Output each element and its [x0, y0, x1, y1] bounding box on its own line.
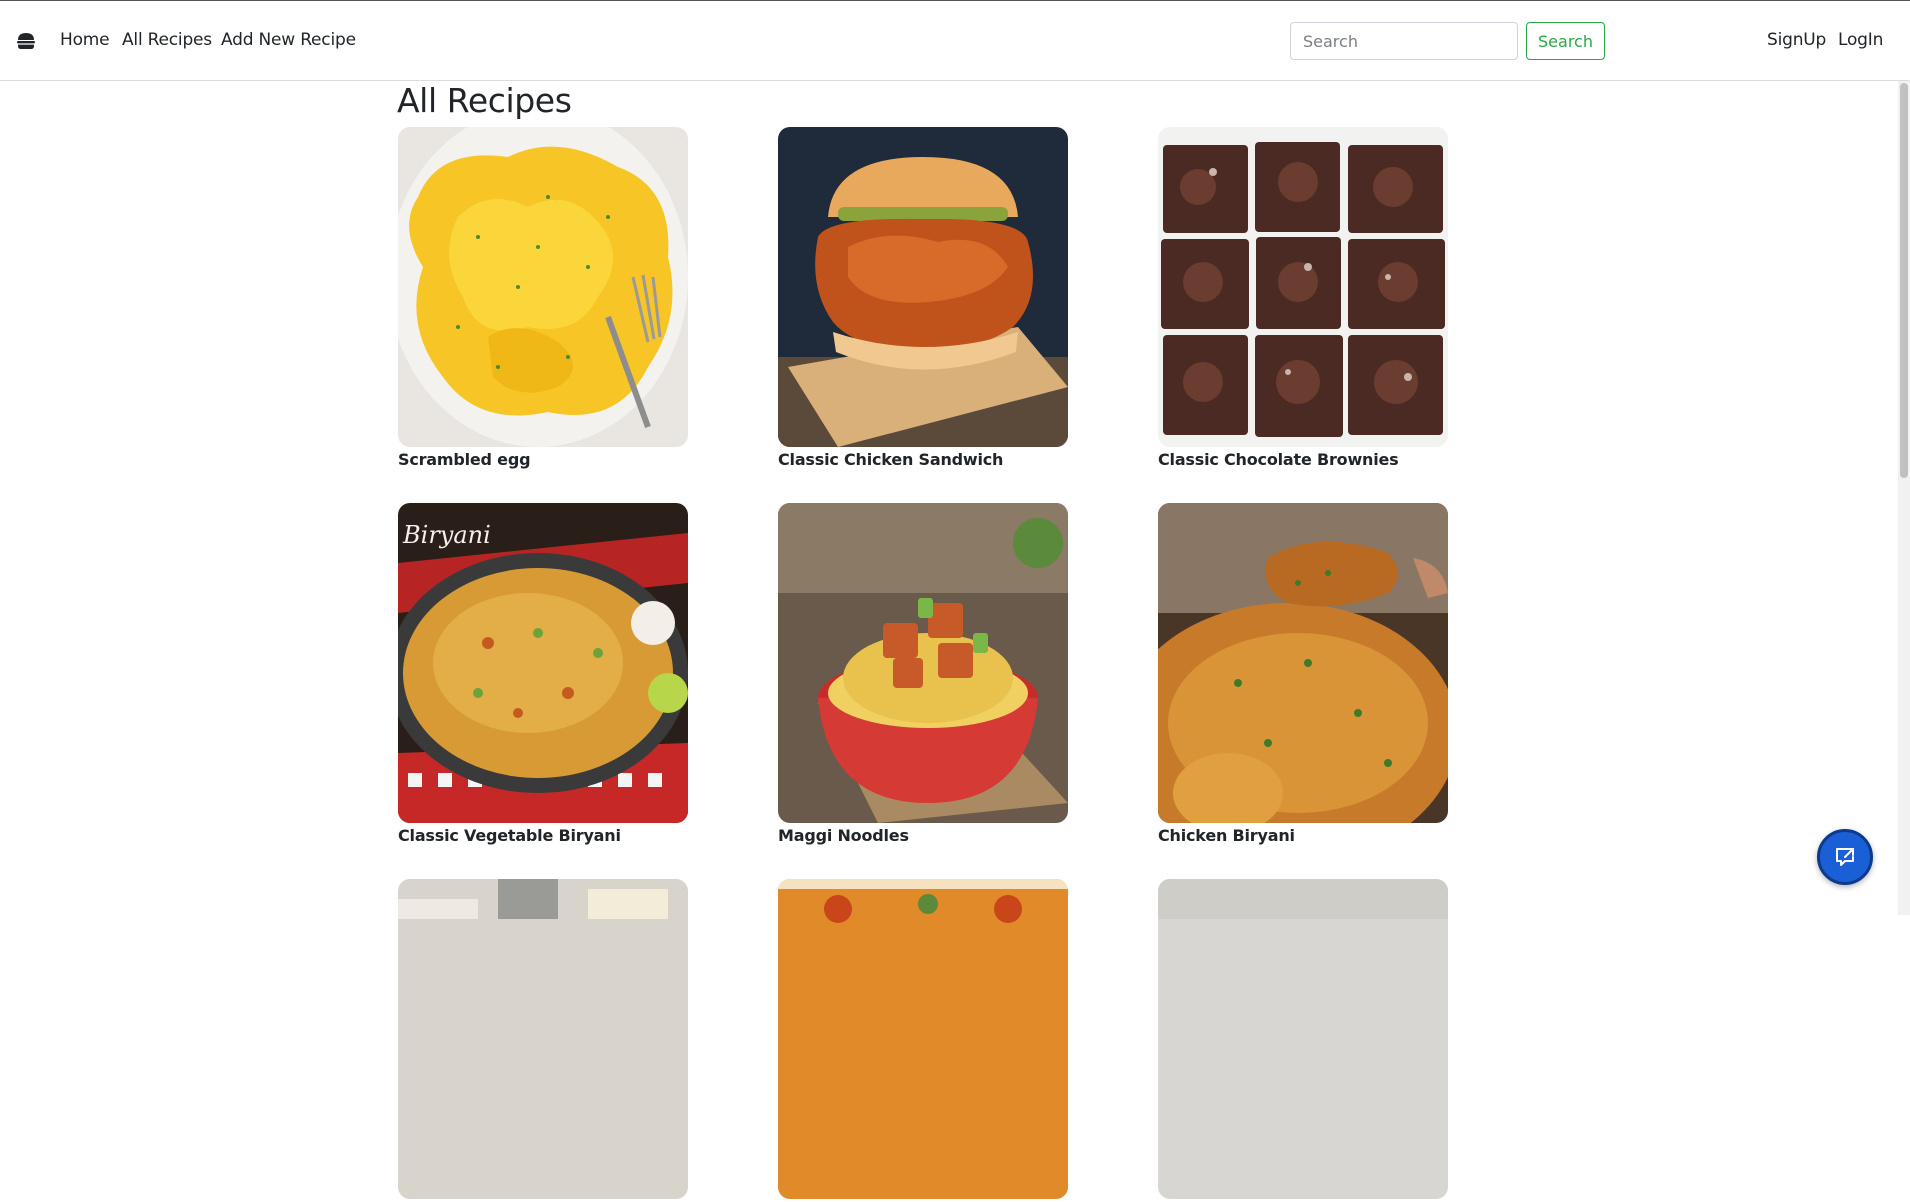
- recipe-card[interactable]: [1158, 879, 1448, 1202]
- login-link[interactable]: LogIn: [1838, 29, 1883, 51]
- search-button[interactable]: Search: [1526, 22, 1605, 60]
- burger-icon[interactable]: [16, 31, 36, 51]
- search-input[interactable]: [1290, 22, 1518, 60]
- chat-button[interactable]: [1817, 829, 1873, 885]
- svg-text:Biryani: Biryani: [402, 521, 491, 549]
- chicken-sandwich-photo[interactable]: [778, 127, 1068, 447]
- paneer-dish-photo[interactable]: [398, 879, 688, 1199]
- page-title: All Recipes: [397, 81, 572, 120]
- nav-add-recipe-link[interactable]: Add New Recipe: [221, 29, 356, 51]
- recipe-title[interactable]: Maggi Noodles: [778, 826, 1068, 846]
- recipe-title[interactable]: Classic Chicken Sandwich: [778, 450, 1068, 470]
- vegetable-biryani-photo[interactable]: Biryani: [398, 503, 688, 823]
- recipe-card[interactable]: Maggi Noodles: [778, 503, 1068, 846]
- recipe-card[interactable]: Classic Chicken Sandwich: [778, 127, 1068, 470]
- page-scrollbar[interactable]: [1898, 81, 1910, 915]
- scrambled-egg-photo[interactable]: [398, 127, 688, 447]
- recipe-title[interactable]: Chicken Biryani: [1158, 826, 1448, 846]
- recipe-card[interactable]: [778, 879, 1068, 1202]
- recipe-title[interactable]: Classic Chocolate Brownies: [1158, 450, 1448, 470]
- signup-link[interactable]: SignUp: [1767, 29, 1826, 51]
- brownies-photo[interactable]: [1158, 127, 1448, 447]
- nav-home-link[interactable]: Home: [60, 29, 110, 51]
- scrollbar-thumb[interactable]: [1900, 83, 1908, 478]
- navbar: Home All Recipes Add New Recipe Search S…: [0, 1, 1910, 81]
- recipe-card[interactable]: Biryani Classic Vegetable Biryani: [398, 503, 688, 846]
- chicken-biryani-photo[interactable]: [1158, 503, 1448, 823]
- recipe-title[interactable]: Classic Vegetable Biryani: [398, 826, 688, 846]
- dish-photo[interactable]: [1158, 879, 1448, 1199]
- maggi-noodles-photo[interactable]: [778, 503, 1068, 823]
- recipe-card[interactable]: Chicken Biryani: [1158, 503, 1448, 846]
- pizza-photo[interactable]: [778, 879, 1068, 1199]
- recipe-card[interactable]: Classic Chocolate Brownies: [1158, 127, 1448, 470]
- nav-all-recipes-link[interactable]: All Recipes: [122, 29, 212, 51]
- recipe-card[interactable]: [398, 879, 688, 1202]
- recipe-title[interactable]: Scrambled egg: [398, 450, 688, 470]
- recipe-card[interactable]: Scrambled egg: [398, 127, 688, 470]
